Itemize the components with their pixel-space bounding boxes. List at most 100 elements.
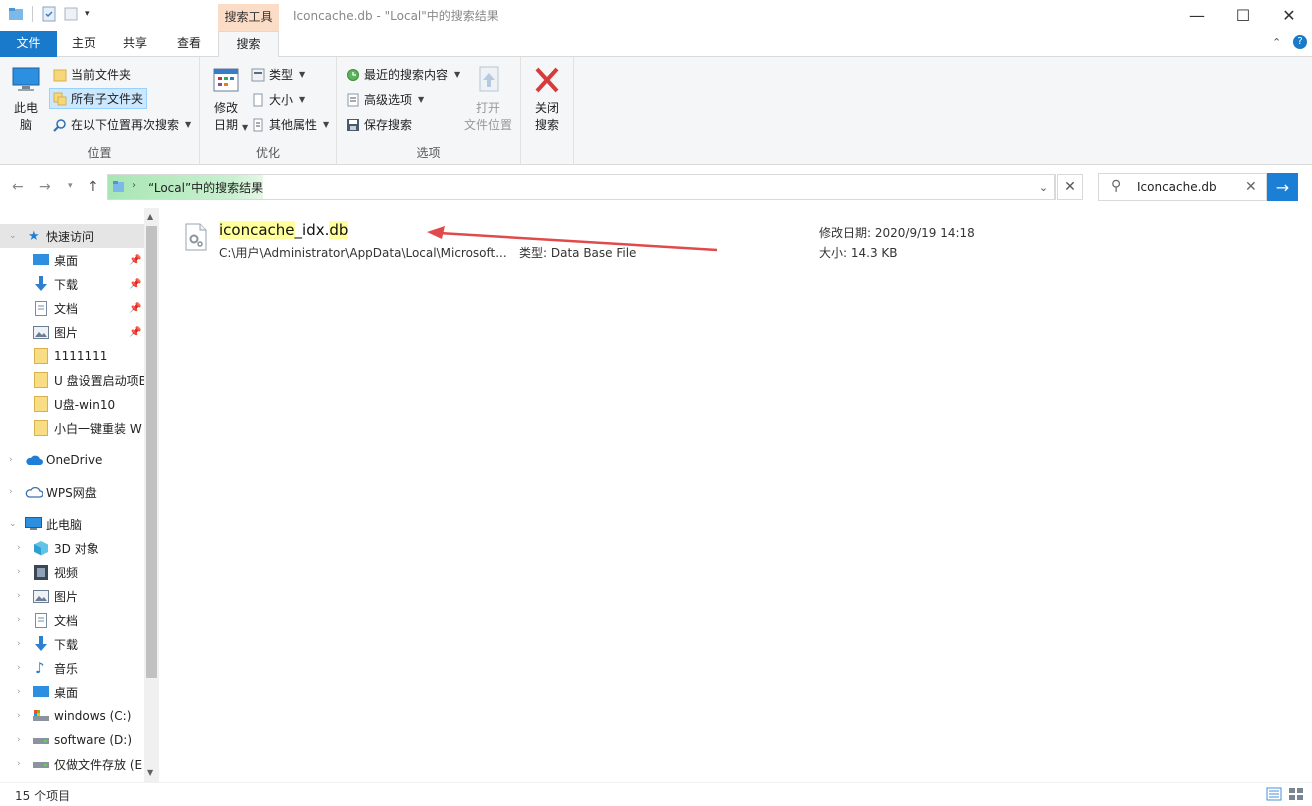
tab-file[interactable]: 文件 — [0, 31, 57, 57]
scroll-thumb[interactable] — [146, 226, 157, 678]
clear-search-icon[interactable]: ✕ — [1245, 179, 1257, 195]
new-folder-icon[interactable] — [63, 6, 79, 22]
properties-icon[interactable] — [41, 6, 57, 22]
sidebar-item-downloads[interactable]: 下载 📌 — [0, 272, 144, 296]
minimize-button[interactable]: — — [1174, 0, 1220, 31]
sidebar-item-folder[interactable]: 小白一键重装 W — [0, 416, 144, 440]
sidebar-item-label: U 盘设置启动项B — [54, 373, 144, 388]
cube-icon — [34, 541, 48, 556]
refine-group-label: 优化 — [255, 146, 280, 160]
desktop-icon — [33, 686, 49, 697]
chevron-right-icon[interactable]: › — [17, 591, 21, 601]
search-box[interactable]: ⚲ ✕ — [1098, 173, 1267, 201]
sidebar-item-3d-objects[interactable]: › 3D 对象 — [0, 536, 144, 560]
sidebar-item-desktop[interactable]: 桌面 📌 — [0, 248, 144, 272]
open-file-location-button[interactable]: 打开 文件位置 — [461, 65, 515, 134]
sidebar-item-pictures[interactable]: › 图片 — [0, 584, 144, 608]
chevron-right-icon[interactable]: › — [17, 663, 21, 673]
advanced-options-button[interactable]: 高级选项 ▼ — [343, 89, 427, 110]
chevron-right-icon[interactable]: › — [17, 735, 21, 745]
sidebar-item-pictures[interactable]: 图片 📌 — [0, 320, 144, 344]
scroll-down-icon[interactable]: ▼ — [147, 768, 153, 777]
tab-search[interactable]: 搜索 — [218, 31, 279, 58]
details-view-icon[interactable] — [1266, 787, 1282, 801]
address-dropdown-icon[interactable]: ⌄ — [1032, 174, 1056, 200]
this-pc-button[interactable]: 此电 脑 — [8, 65, 44, 134]
size-filter-button[interactable]: 大小 ▼ — [248, 89, 308, 110]
other-properties-button[interactable]: 其他属性 ▼ — [248, 114, 332, 135]
sidebar-item-desktop[interactable]: › 桌面 — [0, 680, 144, 704]
drive-icon — [33, 738, 49, 744]
sidebar-item-music[interactable]: › ♪ 音乐 — [0, 656, 144, 680]
back-arrow-icon[interactable]: ← — [12, 179, 24, 195]
calendar-icon — [213, 68, 239, 92]
qat-dropdown-icon[interactable]: ▾ — [85, 9, 90, 19]
sidebar-item-label: 下载 — [54, 277, 79, 292]
download-icon — [35, 636, 47, 651]
sidebar-item-folder[interactable]: U盘-win10 — [0, 392, 144, 416]
sidebar-item-folder[interactable]: 1111111 — [0, 344, 144, 368]
sidebar-item-onedrive[interactable]: › OneDrive — [0, 448, 144, 472]
collapse-ribbon-icon[interactable]: ⌃ — [1272, 36, 1281, 49]
result-file-size: 大小: 14.3 KB — [819, 246, 898, 260]
sidebar-item-folder[interactable]: U 盘设置启动项B — [0, 368, 144, 392]
sidebar-item-label: 图片 — [54, 589, 79, 604]
chevron-right-icon[interactable]: › — [17, 711, 21, 721]
date-modified-button[interactable]: 修改 日期 ▼ — [206, 65, 248, 134]
close-search-button[interactable]: 关闭 搜索 — [529, 65, 565, 134]
chevron-right-icon[interactable]: › — [17, 615, 21, 625]
address-bar[interactable]: › “Local”中的搜索结果 — [107, 174, 1055, 200]
current-folder-button[interactable]: 当前文件夹 — [50, 64, 134, 85]
system-drive-icon — [33, 710, 49, 721]
tab-home[interactable]: 主页 — [59, 31, 109, 57]
sidebar-item-documents[interactable]: 文档 📌 — [0, 296, 144, 320]
type-filter-label: 类型 — [269, 68, 294, 82]
forward-arrow-icon[interactable]: → — [39, 179, 51, 195]
sidebar-item-label: 下载 — [54, 637, 79, 652]
sidebar-item-drive-d[interactable]: › software (D:) — [0, 728, 144, 752]
chevron-right-icon[interactable]: › — [17, 567, 21, 577]
search-again-button[interactable]: 在以下位置再次搜索 ▼ — [50, 114, 194, 135]
search-input[interactable] — [1137, 180, 1237, 194]
help-icon[interactable]: ? — [1293, 35, 1307, 49]
maximize-button[interactable]: ☐ — [1220, 0, 1266, 31]
sidebar-item-drive-c[interactable]: › windows (C:) — [0, 704, 144, 728]
recent-locations-chevron-icon[interactable]: ▾ — [68, 181, 73, 191]
size-filter-label: 大小 — [269, 93, 294, 107]
refine-group: 修改 日期 ▼ 类型 ▼ 大小 ▼ 其他属性 ▼ 优化 — [200, 57, 337, 165]
chevron-right-icon[interactable]: › — [17, 543, 21, 553]
folder-icon — [53, 69, 67, 81]
sidebar-item-documents[interactable]: › 文档 — [0, 608, 144, 632]
all-subfolders-button[interactable]: 所有子文件夹 — [49, 88, 148, 109]
folder-icon[interactable] — [8, 6, 24, 22]
sidebar-item-quick-access[interactable]: ⌄ ★ 快速访问 — [0, 224, 144, 248]
sidebar-scrollbar[interactable]: ▲ ▼ — [144, 208, 159, 782]
chevron-right-icon[interactable]: › — [9, 487, 13, 497]
sidebar-item-label: OneDrive — [46, 453, 103, 467]
chevron-right-icon[interactable]: › — [17, 759, 21, 769]
save-search-button[interactable]: 保存搜索 — [343, 114, 415, 135]
sidebar-item-videos[interactable]: › 视频 — [0, 560, 144, 584]
chevron-right-icon[interactable]: › — [9, 455, 13, 465]
large-icons-view-icon[interactable] — [1288, 787, 1304, 801]
folder-icon — [34, 396, 48, 412]
stop-search-button[interactable]: ✕ — [1057, 174, 1083, 200]
scroll-up-icon[interactable]: ▲ — [147, 212, 153, 221]
search-go-button[interactable]: → — [1267, 173, 1298, 201]
recent-searches-button[interactable]: 最近的搜索内容 ▼ — [343, 64, 463, 85]
chevron-down-icon[interactable]: ⌄ — [9, 519, 17, 529]
result-file-name[interactable]: iconcache_idx.db — [219, 221, 349, 239]
chevron-right-icon[interactable]: › — [17, 687, 21, 697]
sidebar-item-this-pc[interactable]: ⌄ 此电脑 — [0, 512, 144, 536]
chevron-right-icon[interactable]: › — [17, 639, 21, 649]
tab-share[interactable]: 共享 — [110, 31, 160, 57]
sidebar-item-wps[interactable]: › WPS网盘 — [0, 480, 144, 504]
up-arrow-icon[interactable]: ↑ — [87, 179, 99, 195]
chevron-down-icon[interactable]: ⌄ — [9, 231, 17, 241]
tab-view[interactable]: 查看 — [164, 31, 214, 57]
sidebar-item-downloads[interactable]: › 下载 — [0, 632, 144, 656]
type-filter-button[interactable]: 类型 ▼ — [248, 64, 308, 85]
close-window-button[interactable]: ✕ — [1266, 0, 1312, 31]
sidebar-item-drive-e[interactable]: › 仅做文件存放 (E — [0, 752, 144, 776]
sidebar-item-label: 桌面 — [54, 253, 79, 268]
